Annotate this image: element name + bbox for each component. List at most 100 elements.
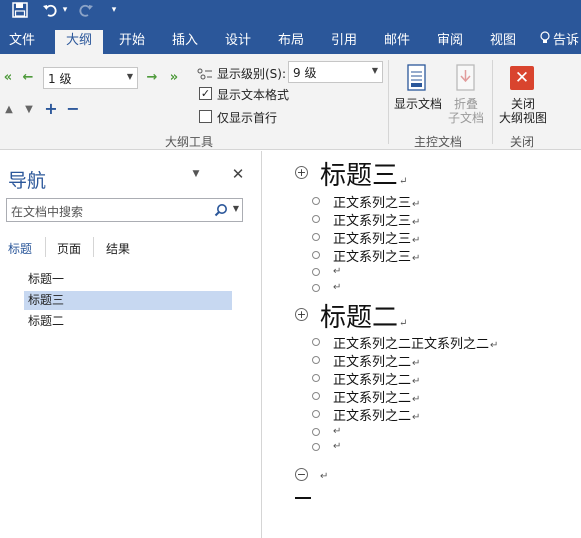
- body-text: 正文系列之三: [333, 196, 412, 211]
- close-outline-view-icon[interactable]: ✕: [510, 66, 534, 90]
- tab-view[interactable]: 视图: [481, 30, 525, 54]
- promote-to-heading1-icon[interactable]: «: [0, 68, 16, 86]
- body-bullet-icon: [312, 338, 320, 346]
- redo-icon[interactable]: [76, 0, 96, 20]
- navigation-title: 导航: [8, 170, 47, 192]
- expand-heading-icon[interactable]: +: [295, 308, 308, 321]
- body-text-line[interactable]: 正文系列之二↵: [333, 369, 420, 388]
- tab-insert[interactable]: 插入: [163, 30, 207, 54]
- paragraph-mark: ↵: [412, 235, 421, 246]
- customize-toolbar-icon[interactable]: ▾: [108, 0, 120, 20]
- close-icon[interactable]: ✕: [229, 165, 247, 183]
- body-text-line[interactable]: 正文系列之三↵: [333, 246, 420, 265]
- pane-options-chevron-down-icon[interactable]: ▼: [189, 167, 203, 181]
- tab-separator: [45, 237, 46, 257]
- chevron-down-icon: ▼: [126, 72, 133, 81]
- body-text-line[interactable]: 正文系列之二正文系列之二↵: [333, 333, 498, 352]
- paragraph-mark[interactable]: ↵: [333, 266, 341, 277]
- chevron-down-icon[interactable]: ▼: [233, 204, 239, 213]
- outline-heading[interactable]: 标题三↵: [320, 155, 407, 192]
- body-text-line[interactable]: 正文系列之三↵: [333, 192, 420, 211]
- nav-heading-item[interactable]: 标题二: [24, 312, 232, 331]
- undo-dropdown-icon[interactable]: ▾: [60, 0, 70, 20]
- collapse-subdocuments-icon[interactable]: [453, 62, 479, 94]
- outline-level-select[interactable]: 1 级 ▼: [43, 67, 138, 89]
- body-bullet-icon: [312, 428, 320, 436]
- body-bullet-icon: [312, 233, 320, 241]
- body-bullet-icon: [312, 356, 320, 364]
- document-area[interactable]: + 标题三↵ 正文系列之三↵ 正文系列之三↵ 正文系列之三↵ 正文系列之三↵ ↵…: [263, 151, 581, 538]
- tab-review[interactable]: 审阅: [428, 30, 472, 54]
- paragraph-mark: ↵: [490, 340, 499, 351]
- tab-design[interactable]: 设计: [216, 30, 260, 54]
- collapse-subdocuments-label[interactable]: 折叠 子文档: [442, 97, 490, 125]
- show-first-line-checkbox[interactable]: [199, 110, 212, 123]
- tab-headings[interactable]: 标题: [8, 240, 32, 257]
- paragraph-mark[interactable]: ↵: [333, 426, 341, 437]
- group-separator: [492, 60, 493, 144]
- body-text-line[interactable]: 正文系列之二↵: [333, 351, 420, 370]
- close-label-line1: 关闭: [510, 97, 535, 111]
- show-document-label[interactable]: 显示文档: [392, 97, 444, 111]
- outline-heading[interactable]: 标题二↵: [320, 297, 407, 334]
- tab-layout[interactable]: 布局: [269, 30, 313, 54]
- paragraph-mark: ↵: [412, 253, 421, 264]
- show-first-line-label: 仅显示首行: [217, 111, 278, 125]
- tab-results[interactable]: 结果: [106, 240, 130, 257]
- paragraph-mark[interactable]: ↵: [333, 441, 341, 452]
- body-text-line[interactable]: 正文系列之三↵: [333, 228, 420, 247]
- paragraph-mark[interactable]: ↵: [320, 471, 328, 482]
- demote-icon[interactable]: →: [144, 68, 160, 86]
- body-text: 正文系列之二: [333, 355, 412, 370]
- close-outline-view-label[interactable]: 关闭 大纲视图: [496, 97, 550, 125]
- lightbulb-icon: [540, 30, 550, 52]
- promote-icon[interactable]: ←: [20, 68, 36, 86]
- nav-heading-item[interactable]: 标题三: [24, 291, 232, 310]
- body-text: 正文系列之三: [333, 214, 412, 229]
- body-text: 正文系列之三: [333, 232, 412, 247]
- body-text: 正文系列之三: [333, 250, 412, 265]
- undo-icon[interactable]: [40, 0, 60, 20]
- body-text: 正文系列之二正文系列之二: [333, 337, 490, 352]
- show-level-select[interactable]: 9 级 ▼: [288, 61, 383, 83]
- paragraph-mark: ↵: [412, 217, 421, 228]
- collapse-heading-icon[interactable]: −: [295, 468, 308, 481]
- show-text-format-checkbox[interactable]: ✓: [199, 87, 212, 100]
- tab-references[interactable]: 引用: [322, 30, 366, 54]
- tab-mailings[interactable]: 邮件: [375, 30, 419, 54]
- expand-icon[interactable]: +: [44, 99, 58, 118]
- collapse-label-line2: 子文档: [447, 111, 484, 125]
- expand-heading-icon[interactable]: +: [295, 166, 308, 179]
- tab-tell-me[interactable]: 告诉: [540, 30, 581, 54]
- tab-outline[interactable]: 大纲: [55, 30, 103, 54]
- tab-home[interactable]: 开始: [110, 30, 154, 54]
- group-separator: [388, 60, 389, 144]
- move-up-icon[interactable]: ▲: [2, 101, 16, 117]
- show-document-icon[interactable]: [404, 62, 430, 94]
- body-text-line[interactable]: 正文系列之二↵: [333, 405, 420, 424]
- heading-text: 标题三: [320, 161, 399, 191]
- paragraph-mark: ↵: [412, 358, 421, 369]
- save-icon[interactable]: [10, 0, 30, 20]
- nav-heading-item[interactable]: 标题一: [24, 270, 232, 289]
- search-input[interactable]: 在文档中搜索 ▼: [6, 198, 243, 222]
- move-down-icon[interactable]: ▼: [22, 101, 36, 117]
- demote-to-body-icon[interactable]: »: [166, 68, 182, 86]
- heading-text: 标题二: [320, 303, 399, 333]
- close-group-label: 关闭: [510, 135, 535, 149]
- tab-pages[interactable]: 页面: [57, 240, 81, 257]
- paragraph-mark: ↵: [399, 176, 408, 187]
- body-bullet-icon: [312, 392, 320, 400]
- tab-file[interactable]: 文件: [0, 30, 44, 54]
- paragraph-mark: ↵: [412, 376, 421, 387]
- show-level-icon: [196, 66, 214, 84]
- end-of-document-marker: [295, 497, 311, 499]
- body-text-line[interactable]: 正文系列之三↵: [333, 210, 420, 229]
- search-icon[interactable]: [214, 203, 228, 220]
- paragraph-mark[interactable]: ↵: [333, 282, 341, 293]
- body-text-line[interactable]: 正文系列之二↵: [333, 387, 420, 406]
- collapse-icon[interactable]: −: [66, 99, 80, 118]
- search-placeholder: 在文档中搜索: [11, 205, 84, 219]
- show-text-format-label: 显示文本格式: [217, 88, 290, 102]
- body-text: 正文系列之二: [333, 391, 412, 406]
